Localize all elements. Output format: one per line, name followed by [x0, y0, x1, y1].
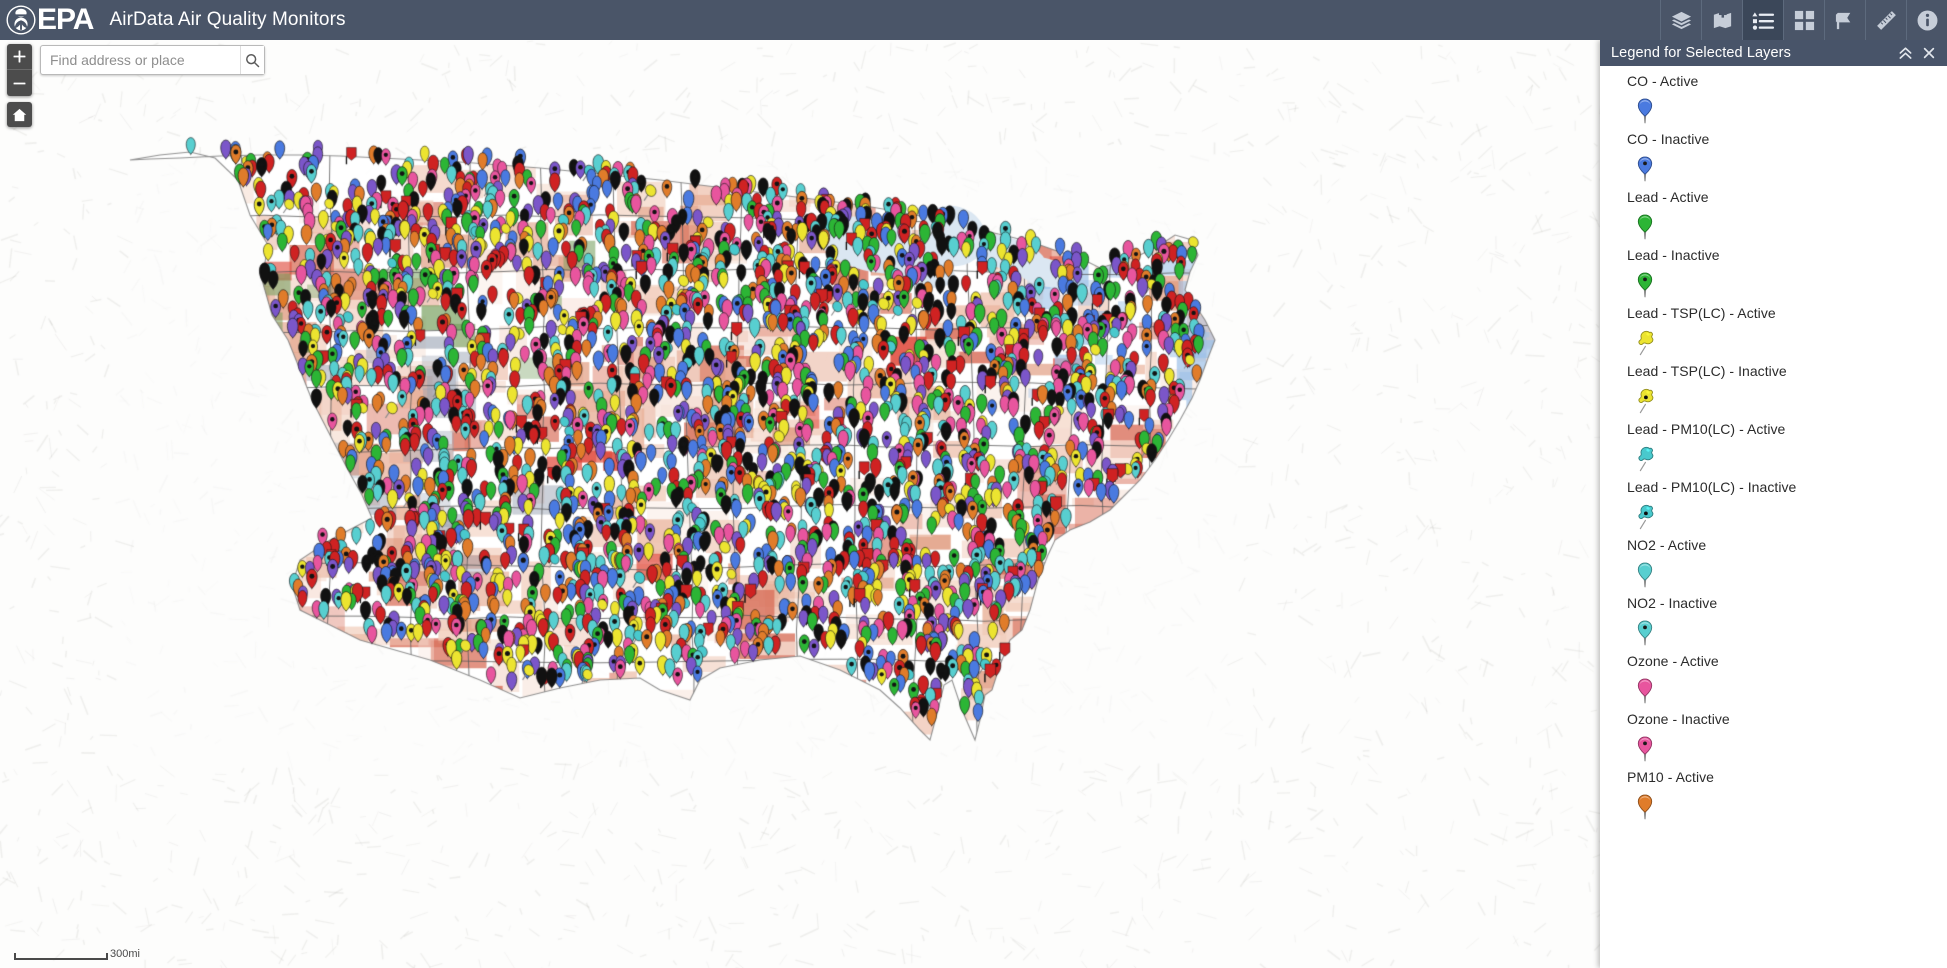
legend-entry: Lead - TSP(LC) - Active — [1600, 305, 1947, 361]
scalebar: 300mi — [14, 949, 140, 960]
app-header: EPA AirData Air Quality Monitors — [0, 0, 1947, 40]
search-icon[interactable] — [240, 46, 264, 74]
legend-entry-label: NO2 - Inactive — [1627, 595, 1718, 611]
legend-entry: CO - Active — [1600, 73, 1947, 129]
page-title: AirData Air Quality Monitors — [109, 9, 346, 30]
legend-entry-label: CO - Inactive — [1627, 131, 1710, 147]
zoom-in-button[interactable] — [7, 44, 32, 70]
legend-entry-symbol-pin-icon — [1627, 151, 1947, 187]
legend-entry-label: Lead - Active — [1627, 189, 1709, 205]
legend-entry: Lead - PM10(LC) - Active — [1600, 421, 1947, 477]
scalebar-label: 300mi — [110, 948, 140, 960]
legend-entry-symbol-pin-icon — [1627, 209, 1947, 245]
epa-logo: EPA — [6, 0, 94, 40]
scalebar-line — [14, 953, 108, 960]
basemap-gallery-icon[interactable] — [1783, 0, 1824, 40]
legend-entry-label: Lead - TSP(LC) - Inactive — [1627, 363, 1787, 379]
legend-panel: Legend for Selected Layers CO - Active CO… — [1600, 40, 1947, 968]
legend-entry-symbol-pushpin-icon — [1627, 325, 1947, 361]
legend-entry-label: Lead - PM10(LC) - Active — [1627, 421, 1786, 437]
home-extent-button[interactable] — [7, 102, 32, 127]
legend-entry-symbol-pin-icon — [1627, 789, 1947, 825]
legend-entry: Lead - TSP(LC) - Inactive — [1600, 363, 1947, 419]
legend-entry-symbol-pushpin-icon — [1627, 383, 1947, 419]
legend-entry: Lead - Active — [1600, 189, 1947, 245]
legend-entry-label: Ozone - Inactive — [1627, 711, 1730, 727]
epa-seal-icon — [6, 5, 36, 35]
close-icon[interactable] — [1917, 40, 1941, 66]
add-data-icon[interactable] — [1701, 0, 1742, 40]
legend-entry: Lead - PM10(LC) - Inactive — [1600, 479, 1947, 535]
layer-list-icon[interactable] — [1660, 0, 1701, 40]
legend-entry: NO2 - Inactive — [1600, 595, 1947, 651]
legend-entry-label: Lead - TSP(LC) - Active — [1627, 305, 1776, 321]
legend-entry: Lead - Inactive — [1600, 247, 1947, 303]
legend-entry: PM10 - Active — [1600, 769, 1947, 825]
legend-icon[interactable] — [1742, 0, 1783, 40]
about-info-icon[interactable] — [1906, 0, 1947, 40]
legend-entry-symbol-pin-icon — [1627, 673, 1947, 709]
legend-entry: Ozone - Inactive — [1600, 711, 1947, 767]
legend-entry: Ozone - Active — [1600, 653, 1947, 709]
legend-entry-list[interactable]: CO - Active CO - Inactive Lead - Active Lea… — [1600, 66, 1947, 968]
legend-panel-header: Legend for Selected Layers — [1600, 40, 1947, 66]
bookmark-icon[interactable] — [1824, 0, 1865, 40]
legend-entry: NO2 - Active — [1600, 537, 1947, 593]
legend-entry-label: Lead - Inactive — [1627, 247, 1720, 263]
epa-wordmark: EPA — [37, 3, 94, 36]
measure-icon[interactable] — [1865, 0, 1906, 40]
legend-entry-symbol-pin-icon — [1627, 557, 1947, 593]
search-widget[interactable] — [40, 45, 265, 75]
legend-entry-label: PM10 - Active — [1627, 769, 1715, 785]
legend-entry-symbol-pin-icon — [1627, 93, 1947, 129]
legend-entry-label: CO - Active — [1627, 73, 1699, 89]
legend-title: Legend for Selected Layers — [1611, 45, 1791, 61]
legend-entry-symbol-pin-icon — [1627, 615, 1947, 651]
legend-entry-label: Ozone - Active — [1627, 653, 1719, 669]
legend-entry-label: NO2 - Active — [1627, 537, 1707, 553]
header-toolbar — [1660, 0, 1947, 40]
legend-entry-label: Lead - PM10(LC) - Inactive — [1627, 479, 1797, 495]
chevron-double-up-icon[interactable] — [1893, 40, 1917, 66]
search-input[interactable] — [41, 46, 240, 74]
legend-entry-symbol-pin-icon — [1627, 731, 1947, 767]
zoom-out-button[interactable] — [7, 70, 32, 96]
legend-entry-symbol-pushpin-icon — [1627, 441, 1947, 477]
zoom-controls — [7, 44, 32, 96]
legend-entry: CO - Inactive — [1600, 131, 1947, 187]
legend-entry-symbol-pushpin-icon — [1627, 499, 1947, 535]
legend-entry-symbol-pin-icon — [1627, 267, 1947, 303]
